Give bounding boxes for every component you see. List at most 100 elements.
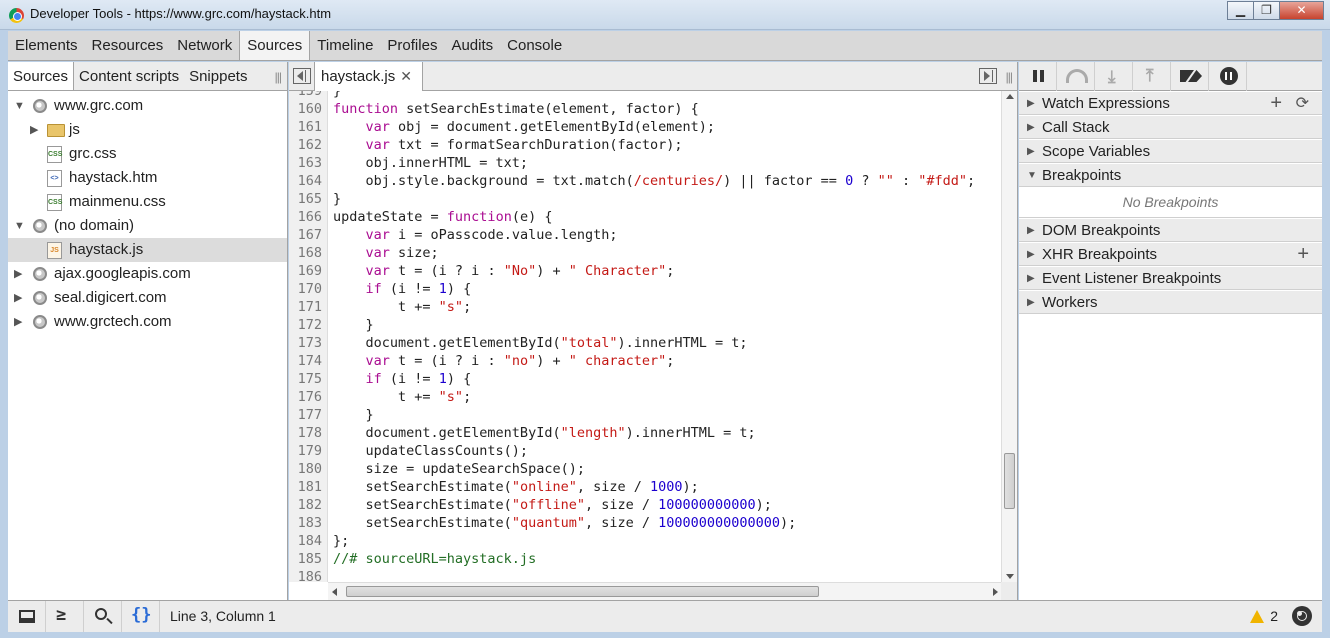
code-line[interactable]: 165} <box>289 190 1002 208</box>
editor-tab-haystack-js[interactable]: haystack.js ✕ <box>314 62 423 91</box>
code-line[interactable]: 160 function setSearchEstimate(element, f… <box>289 100 1002 118</box>
code-line[interactable]: 170 if (i != 1) { <box>289 280 1002 298</box>
show-console-button[interactable]: ≥ <box>46 601 84 632</box>
line-number[interactable]: 164 <box>289 172 322 190</box>
line-number[interactable]: 177 <box>289 406 322 424</box>
line-number[interactable]: 182 <box>289 496 322 514</box>
vertical-scrollbar[interactable] <box>1001 91 1017 582</box>
tab-profiles[interactable]: Profiles <box>380 31 444 60</box>
code-line[interactable]: 167 var i = oPasscode.value.length; <box>289 226 1002 244</box>
line-number[interactable]: 160 <box>289 100 322 118</box>
navigator-tab-sources[interactable]: Sources <box>8 62 75 90</box>
code-line[interactable]: 184}; <box>289 532 1002 550</box>
dock-button[interactable] <box>8 601 46 632</box>
expanded-triangle-icon[interactable]: ▼ <box>1027 164 1037 187</box>
pane-scope-variables[interactable]: ▶ Scope Variables <box>1019 139 1322 163</box>
line-number[interactable]: 173 <box>289 334 322 352</box>
close-button[interactable]: ✕ <box>1279 1 1324 20</box>
warning-count[interactable]: 2 <box>1270 608 1278 624</box>
code-line[interactable]: 163 obj.innerHTML = txt; <box>289 154 1002 172</box>
pause-button[interactable] <box>1019 62 1057 91</box>
maximize-button[interactable]: ❐ <box>1253 1 1280 20</box>
collapsed-triangle-icon[interactable]: ▶ <box>14 286 22 310</box>
tree-item-www-grc-com[interactable]: ▼ www.grc.com <box>8 94 287 118</box>
tab-console[interactable]: Console <box>500 31 569 60</box>
refresh-icon[interactable]: ⟳ <box>1296 92 1309 115</box>
code-line[interactable]: 173 document.getElementById("total").inn… <box>289 334 1002 352</box>
collapsed-triangle-icon[interactable]: ▶ <box>1027 267 1035 290</box>
horizontal-scrollbar[interactable] <box>328 582 1002 600</box>
pane-xhr-breakpoints[interactable]: ▶ XHR Breakpoints + <box>1019 242 1322 266</box>
code-line[interactable]: 186 <box>289 568 1002 582</box>
pane-watch-expressions[interactable]: ▶ Watch Expressions + ⟳ <box>1019 91 1322 115</box>
add-xhr-breakpoint-icon[interactable]: + <box>1297 243 1309 265</box>
tab-sources[interactable]: Sources <box>239 31 311 60</box>
code-line[interactable]: 181 setSearchEstimate("online", size / 1… <box>289 478 1002 496</box>
line-number[interactable]: 175 <box>289 370 322 388</box>
line-number[interactable]: 171 <box>289 298 322 316</box>
collapsed-triangle-icon[interactable]: ▶ <box>1027 140 1035 163</box>
step-into-button[interactable]: ⤓ <box>1095 62 1133 91</box>
scroll-down-icon[interactable] <box>1006 574 1014 579</box>
line-number[interactable]: 181 <box>289 478 322 496</box>
code-line[interactable]: 178 document.getElementById("length").in… <box>289 424 1002 442</box>
collapsed-triangle-icon[interactable]: ▶ <box>14 310 22 334</box>
line-number[interactable]: 176 <box>289 388 322 406</box>
settings-gear-icon[interactable] <box>1292 606 1312 626</box>
line-number[interactable]: 185 <box>289 550 322 568</box>
line-number[interactable]: 161 <box>289 118 322 136</box>
tree-item-ajax-googleapis-com[interactable]: ▶ ajax.googleapis.com <box>8 262 287 286</box>
navigator-resize-grip[interactable]: ||| <box>275 70 282 84</box>
step-out-button[interactable]: ⤒ <box>1133 62 1171 91</box>
tab-audits[interactable]: Audits <box>444 31 500 60</box>
toggle-debugger-sidebar-icon[interactable] <box>979 68 997 84</box>
code-line[interactable]: 168 var size; <box>289 244 1002 262</box>
line-number[interactable]: 179 <box>289 442 322 460</box>
code-line[interactable]: 182 setSearchEstimate("offline", size / … <box>289 496 1002 514</box>
code-line[interactable]: 169 var t = (i ? i : "No") + " Character… <box>289 262 1002 280</box>
deactivate-breakpoints-button[interactable] <box>1171 62 1209 91</box>
add-watch-expression-icon[interactable]: + <box>1270 92 1282 114</box>
code-line[interactable]: 179 updateClassCounts(); <box>289 442 1002 460</box>
editor-resize-grip[interactable]: ||| <box>1006 70 1013 84</box>
collapsed-triangle-icon[interactable]: ▶ <box>1027 219 1035 242</box>
scroll-left-icon[interactable] <box>332 588 337 596</box>
code-line[interactable]: 166 updateState = function(e) { <box>289 208 1002 226</box>
line-number[interactable]: 178 <box>289 424 322 442</box>
line-number[interactable]: 165 <box>289 190 322 208</box>
tree-item-seal-digicert-com[interactable]: ▶ seal.digicert.com <box>8 286 287 310</box>
code-line[interactable]: 185 //# sourceURL=haystack.js <box>289 550 1002 568</box>
pane-event-listener-breakpoints[interactable]: ▶ Event Listener Breakpoints <box>1019 266 1322 290</box>
collapsed-triangle-icon[interactable]: ▶ <box>1027 116 1035 139</box>
code-line[interactable]: 172 } <box>289 316 1002 334</box>
navigator-tab-snippets[interactable]: Snippets <box>184 62 252 90</box>
close-tab-icon[interactable]: ✕ <box>400 68 412 84</box>
collapsed-triangle-icon[interactable]: ▶ <box>14 262 22 286</box>
warning-icon[interactable] <box>1250 610 1264 623</box>
code-line[interactable]: 159} <box>289 91 1002 100</box>
toggle-navigator-icon[interactable] <box>293 68 311 84</box>
line-number[interactable]: 170 <box>289 280 322 298</box>
scroll-right-icon[interactable] <box>993 588 998 596</box>
code-line[interactable]: 164 obj.style.background = txt.match(/ce… <box>289 172 1002 190</box>
collapsed-triangle-icon[interactable]: ▶ <box>30 118 38 142</box>
search-button[interactable] <box>84 601 122 632</box>
tree-item-no-domain[interactable]: ▼ (no domain) <box>8 214 287 238</box>
scroll-up-icon[interactable] <box>1006 94 1014 99</box>
code-line[interactable]: 162 var txt = formatSearchDuration(facto… <box>289 136 1002 154</box>
minimize-button[interactable]: ▁ <box>1227 1 1254 20</box>
collapsed-triangle-icon[interactable]: ▶ <box>1027 291 1035 314</box>
tree-item-grc-css[interactable]: CSS grc.css <box>8 142 287 166</box>
code-line[interactable]: 175 if (i != 1) { <box>289 370 1002 388</box>
line-number[interactable]: 184 <box>289 532 322 550</box>
tab-resources[interactable]: Resources <box>85 31 171 60</box>
navigator-tab-content-scripts[interactable]: Content scripts <box>74 62 184 90</box>
line-number[interactable]: 167 <box>289 226 322 244</box>
tree-item-js[interactable]: ▶ js <box>8 118 287 142</box>
collapsed-triangle-icon[interactable]: ▶ <box>1027 92 1035 115</box>
expanded-triangle-icon[interactable]: ▼ <box>14 214 25 238</box>
code-line[interactable]: 177 } <box>289 406 1002 424</box>
pane-breakpoints[interactable]: ▼ Breakpoints <box>1019 163 1322 187</box>
tab-network[interactable]: Network <box>170 31 239 60</box>
tree-item-www-grctech-com[interactable]: ▶ www.grctech.com <box>8 310 287 334</box>
